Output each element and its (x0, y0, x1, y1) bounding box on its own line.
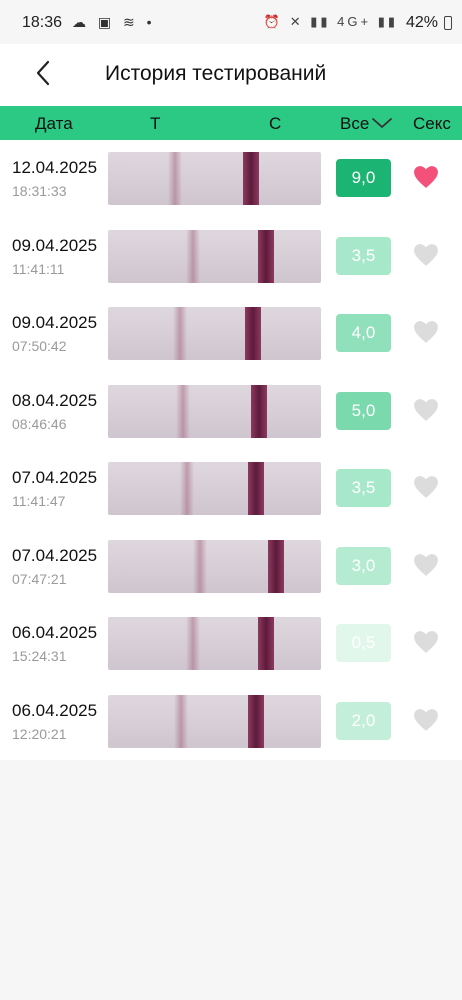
heart-icon[interactable] (413, 708, 439, 732)
heart-icon[interactable] (413, 320, 439, 344)
column-sex: Секс (413, 114, 451, 133)
heart-icon[interactable] (413, 243, 439, 267)
score-badge: 0,5 (336, 624, 391, 662)
test-time: 08:46:46 (12, 415, 67, 432)
heart-icon[interactable] (413, 630, 439, 654)
chevron-left-icon (36, 60, 50, 86)
test-history-list: 12.04.2025 18:31:33 9,0 09.04.2025 11:41:11 3… (0, 140, 462, 760)
back-button[interactable] (30, 58, 60, 88)
battery-icon (444, 16, 452, 30)
score-badge: 9,0 (336, 159, 391, 197)
test-strip-image[interactable] (108, 617, 321, 670)
control-line-c (268, 539, 284, 593)
list-item[interactable]: 06.04.2025 15:24:31 0,5 (0, 605, 462, 682)
test-strip-image[interactable] (108, 384, 321, 438)
score-badge: 3,5 (336, 469, 391, 507)
test-time: 18:31:33 (12, 183, 67, 199)
filter-dropdown[interactable]: Все (340, 114, 369, 134)
score-badge: 4,0 (336, 314, 391, 352)
control-line-c (251, 384, 267, 438)
test-date: 07.04.2025 (12, 545, 98, 565)
heart-icon[interactable] (413, 475, 439, 499)
test-date: 08.04.2025 (12, 390, 98, 410)
test-line-t (193, 539, 207, 593)
test-line-t (180, 462, 194, 515)
test-strip-image[interactable] (108, 152, 321, 205)
test-date: 09.04.2025 (12, 313, 98, 332)
list-item[interactable]: 07.04.2025 07:47:21 3,0 (0, 528, 462, 605)
heart-icon[interactable] (413, 553, 439, 577)
test-time: 11:41:47 (12, 493, 66, 509)
test-line-t (174, 694, 188, 748)
test-strip-image[interactable] (108, 694, 321, 748)
test-date: 12.04.2025 (12, 158, 98, 177)
heart-icon[interactable] (413, 165, 439, 189)
list-item[interactable]: 09.04.2025 11:41:11 3,5 (0, 218, 462, 295)
notification-icons: ☁ ▣ ≋ • (72, 14, 156, 30)
control-line-c (248, 462, 264, 515)
test-strip-image[interactable] (108, 229, 321, 283)
test-date: 09.04.2025 (12, 235, 98, 255)
control-line-c (248, 694, 264, 748)
list-item[interactable]: 07.04.2025 11:41:47 3,5 (0, 450, 462, 527)
test-time: 07:50:42 (12, 338, 67, 354)
list-item[interactable]: 09.04.2025 07:50:42 4,0 (0, 295, 462, 372)
score-badge: 2,0 (336, 701, 391, 740)
test-line-t (173, 307, 187, 360)
status-bar: 18:36 ☁ ▣ ≋ • ⏰ ✕ ▮▮ 4G+ ▮▮ 42% (0, 0, 462, 44)
chevron-down-icon[interactable] (371, 116, 393, 130)
control-line-c (258, 229, 274, 283)
test-time: 12:20:21 (12, 725, 67, 742)
status-time: 18:36 (22, 14, 63, 31)
test-line-t (176, 384, 190, 438)
column-t: T (150, 114, 161, 133)
test-time: 07:47:21 (12, 570, 67, 587)
list-item[interactable]: 06.04.2025 12:20:21 2,0 (0, 683, 462, 760)
test-line-t (168, 152, 182, 205)
page-title: История тестирований (105, 62, 327, 85)
test-date: 06.04.2025 (12, 623, 98, 642)
test-time: 15:24:31 (12, 648, 67, 664)
heart-icon[interactable] (413, 398, 439, 422)
test-line-t (186, 229, 200, 283)
control-line-c (243, 152, 259, 205)
test-strip-image[interactable] (108, 307, 321, 360)
score-badge: 3,5 (336, 236, 391, 275)
control-line-c (245, 307, 261, 360)
test-date: 07.04.2025 (12, 468, 98, 487)
table-header: Дата T C Все Секс (0, 106, 462, 140)
battery-percent: 42% (405, 14, 438, 31)
system-icons: ⏰ ✕ ▮▮ 4G+ ▮▮ (263, 14, 398, 29)
control-line-c (258, 617, 274, 670)
score-badge: 5,0 (336, 391, 391, 430)
app-bar: История тестирований (0, 44, 462, 106)
column-date: Дата (35, 114, 73, 133)
test-time: 11:41:11 (12, 260, 65, 277)
test-line-t (186, 617, 200, 670)
test-strip-image[interactable] (108, 539, 321, 593)
test-date: 06.04.2025 (12, 700, 98, 720)
test-strip-image[interactable] (108, 462, 321, 515)
list-item[interactable]: 12.04.2025 18:31:33 9,0 (0, 140, 462, 217)
list-item[interactable]: 08.04.2025 08:46:46 5,0 (0, 373, 462, 450)
column-c: C (269, 114, 282, 133)
score-badge: 3,0 (336, 546, 391, 585)
